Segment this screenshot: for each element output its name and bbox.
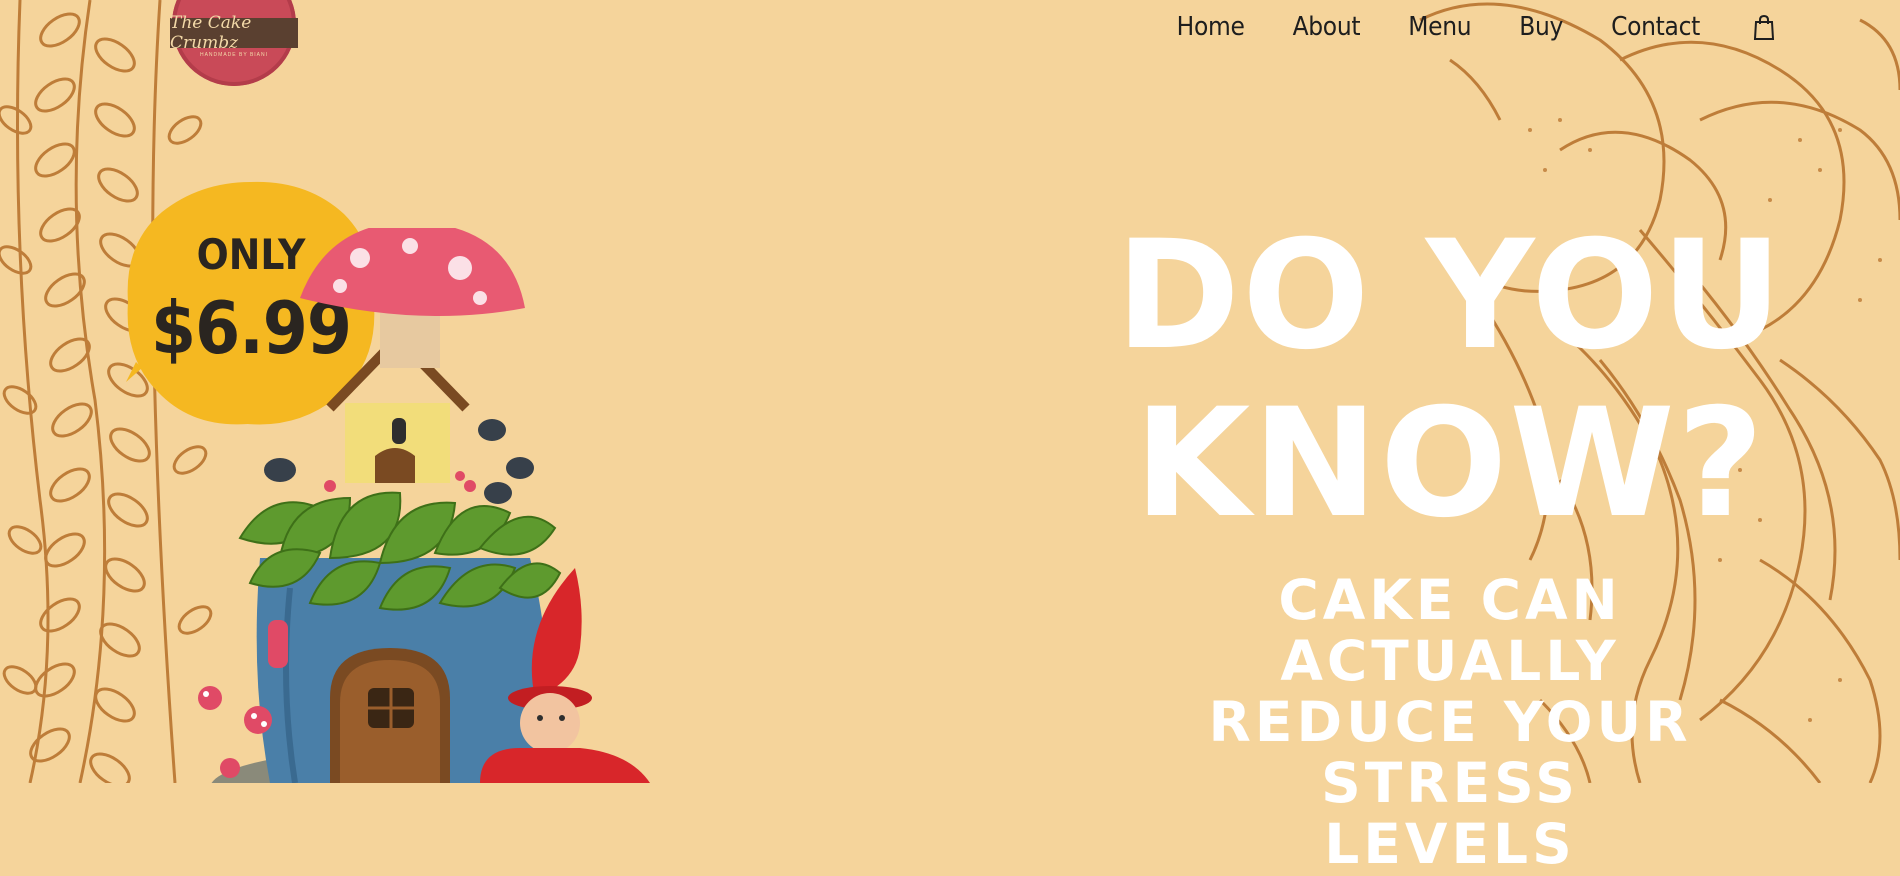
nav-menu[interactable]: Menu <box>1408 12 1471 42</box>
hero-sub-line2: REDUCE YOUR STRESS <box>1208 690 1692 815</box>
hero-sub-line1: CAKE CAN ACTUALLY <box>1278 568 1622 693</box>
hero-headline: DO YOU KNOW? <box>1080 212 1820 548</box>
hero-title-line2: KNOW? <box>1134 377 1766 551</box>
hero-subheadline: CAKE CAN ACTUALLY REDUCE YOUR STRESS LEV… <box>1110 570 1790 875</box>
logo-name: The Cake Crumbz <box>170 13 252 53</box>
nav-contact[interactable]: Contact <box>1611 12 1700 42</box>
shopping-bag-icon[interactable] <box>1750 13 1778 41</box>
fairy-house-cake-image <box>198 228 650 783</box>
hero-title-line1: DO YOU <box>1115 209 1785 383</box>
hero-sub-line3: LEVELS <box>1324 812 1576 876</box>
main-nav: Home About Menu Buy Contact <box>1177 12 1778 42</box>
nav-home[interactable]: Home <box>1177 12 1245 42</box>
nav-buy[interactable]: Buy <box>1519 12 1563 42</box>
logo-tagline: HANDMADE BY BIANI <box>199 52 269 58</box>
nav-about[interactable]: About <box>1293 12 1361 42</box>
logo-banner: The Cake Crumbz <box>170 13 298 53</box>
